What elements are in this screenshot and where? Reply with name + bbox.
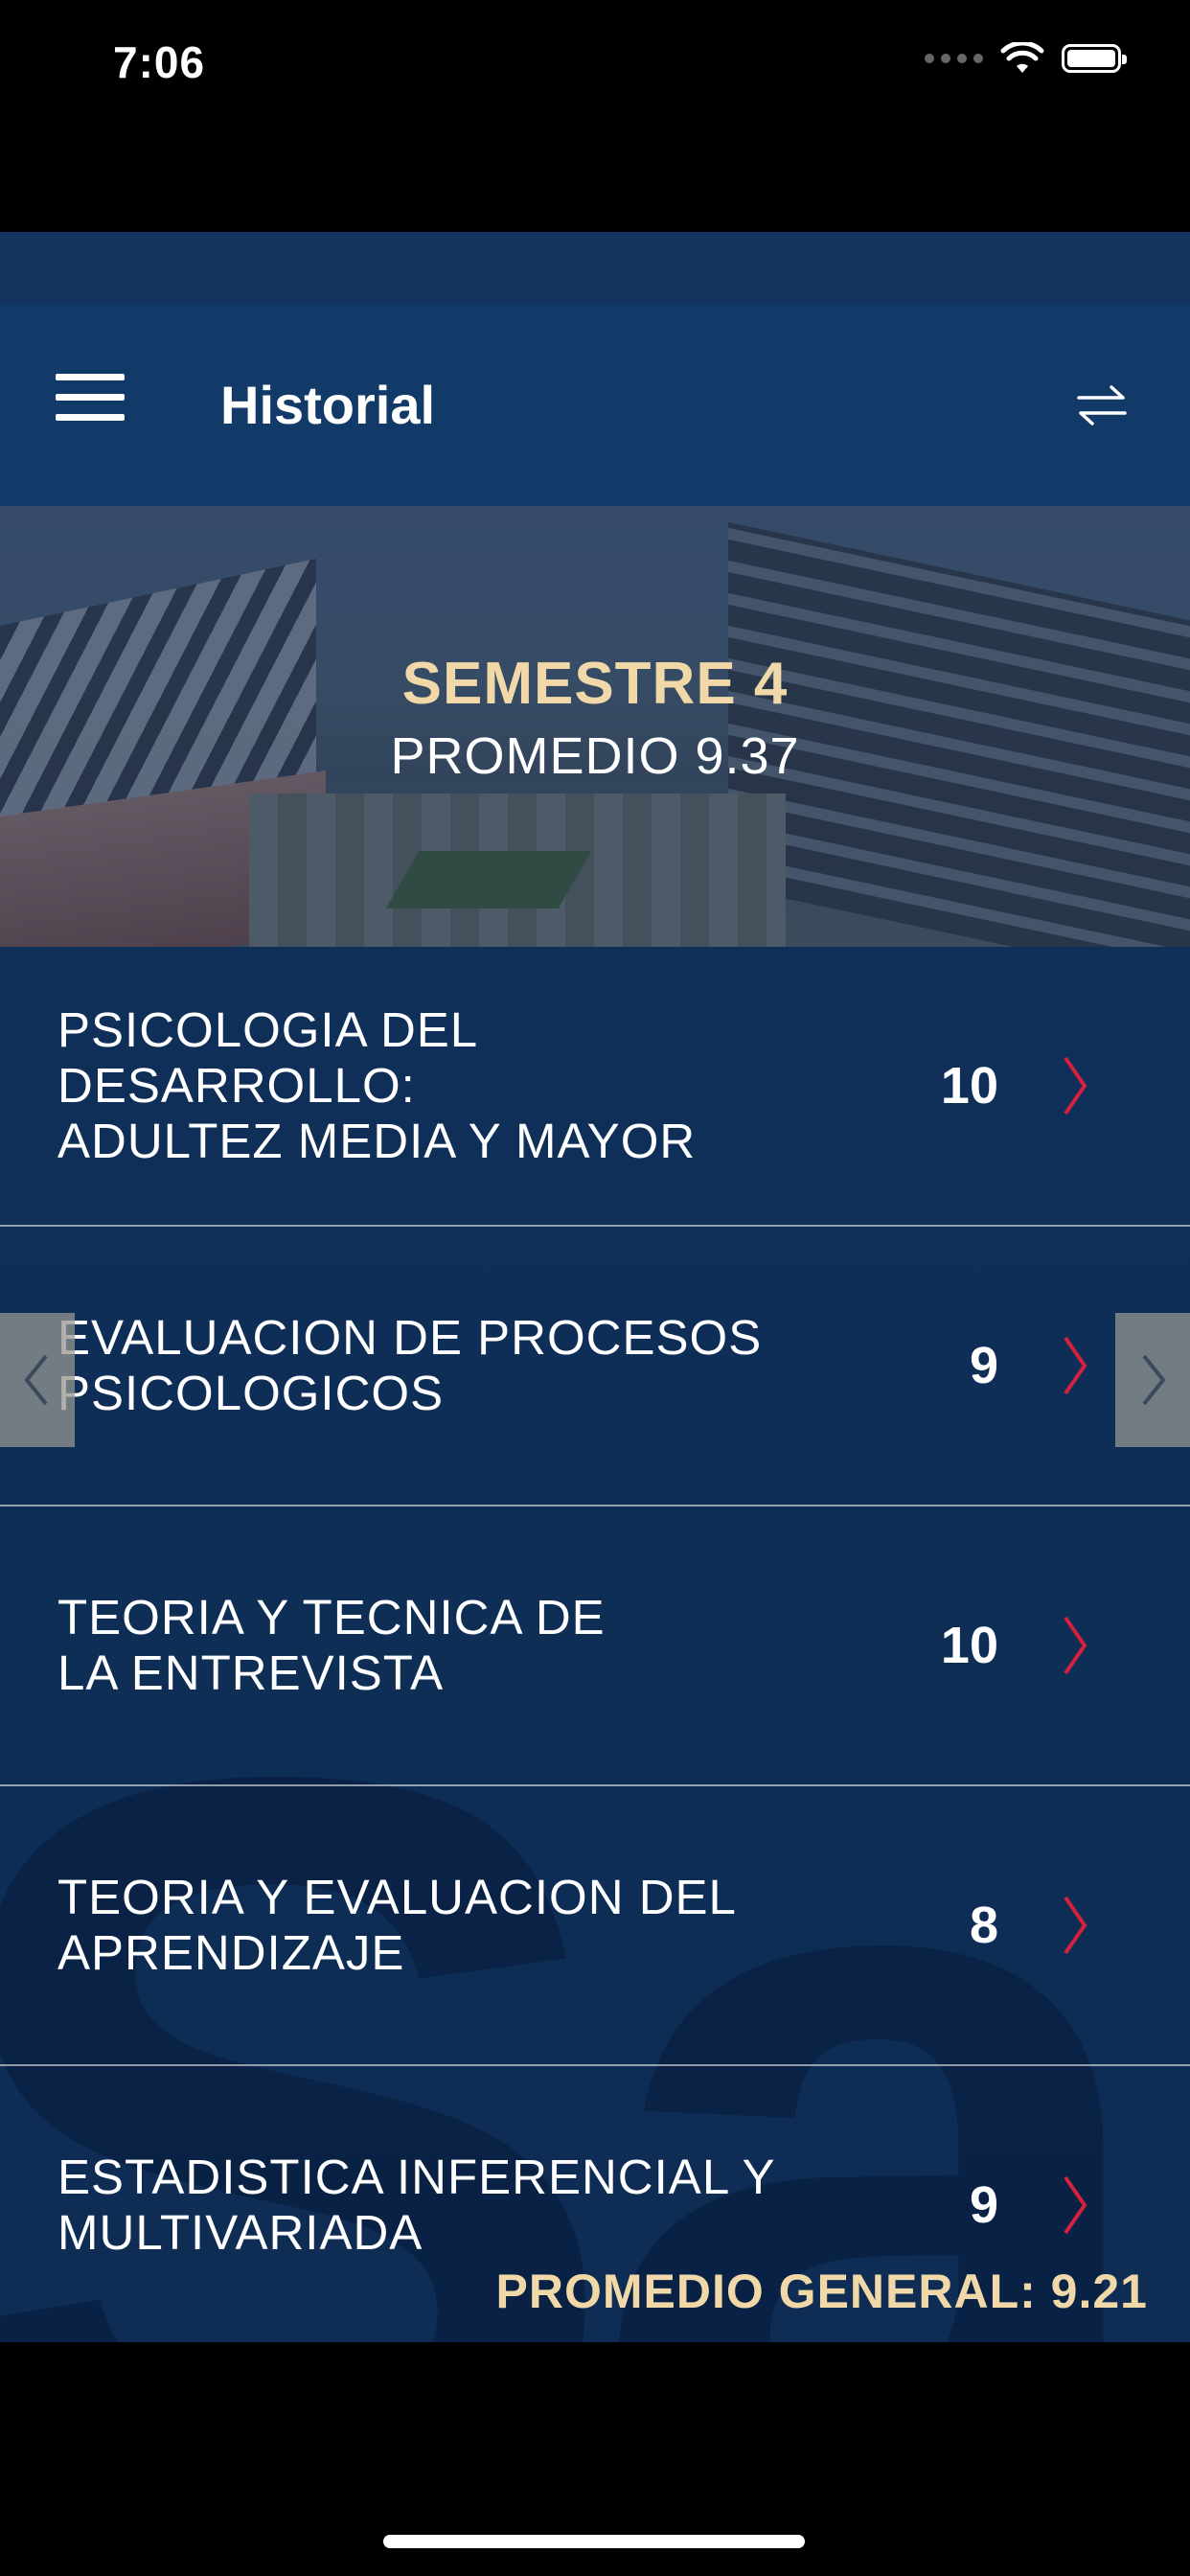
app-content: Sa Historial SEMESTRE 4 PROMEDIO 9.37 PS… [0,232,1190,2342]
wifi-icon [1000,42,1044,73]
subject-name: EVALUACION DE PROCESOS PSICOLOGICOS [57,1310,763,1420]
subject-row[interactable]: EVALUACION DE PROCESOS PSICOLOGICOS 9 [0,1227,1190,1506]
subject-name: TEORIA Y EVALUACION DEL APRENDIZAJE [57,1870,737,1980]
arrow-right-icon [1142,1354,1166,1406]
arrow-left-icon [24,1354,48,1406]
swap-icon[interactable] [1073,381,1131,429]
status-bar: 7:06 [0,0,1190,134]
home-indicator[interactable] [383,2535,805,2548]
semester-title: SEMESTRE 4 [401,651,789,717]
semester-average: PROMEDIO 9.37 [390,727,800,785]
chevron-right-icon[interactable] [1056,2172,1094,2239]
chevron-right-icon[interactable] [1056,1892,1094,1959]
page-title: Historial [220,375,436,435]
status-indicators [925,42,1127,75]
chevron-right-icon[interactable] [1056,1052,1094,1119]
subject-list: PSICOLOGIA DEL DESARROLLO: ADULTEZ MEDIA… [0,947,1190,2342]
signal-icon [925,54,983,63]
top-bar: Historial [0,305,1190,506]
subject-grade: 10 [940,1617,998,1674]
subject-row[interactable]: TEORIA Y TECNICA DE LA ENTREVISTA 10 [0,1506,1190,1786]
subject-row[interactable]: TEORIA Y EVALUACION DEL APRENDIZAJE 8 [0,1786,1190,2066]
battery-icon [1062,44,1127,73]
subject-grade: 10 [940,1057,998,1115]
subject-row[interactable]: PSICOLOGIA DEL DESARROLLO: ADULTEZ MEDIA… [0,947,1190,1227]
semester-banner: SEMESTRE 4 PROMEDIO 9.37 [0,506,1190,947]
general-average: PROMEDIO GENERAL: 9.21 [495,2265,1148,2318]
device-screen: 7:06 Sa Historial SEMESTRE 4 PROMEDIO 9.… [0,0,1190,2576]
subject-grade: 8 [969,1897,998,1954]
chevron-right-icon[interactable] [1056,1612,1094,1679]
menu-icon[interactable] [56,374,125,427]
chevron-right-icon[interactable] [1056,1332,1094,1399]
subject-name: TEORIA Y TECNICA DE LA ENTREVISTA [57,1590,606,1700]
subject-grade: 9 [969,1337,998,1394]
subject-name: PSICOLOGIA DEL DESARROLLO: ADULTEZ MEDIA… [57,1002,697,1168]
next-semester-button[interactable] [1115,1313,1190,1447]
status-time: 7:06 [113,37,206,87]
previous-semester-button[interactable] [0,1313,75,1447]
